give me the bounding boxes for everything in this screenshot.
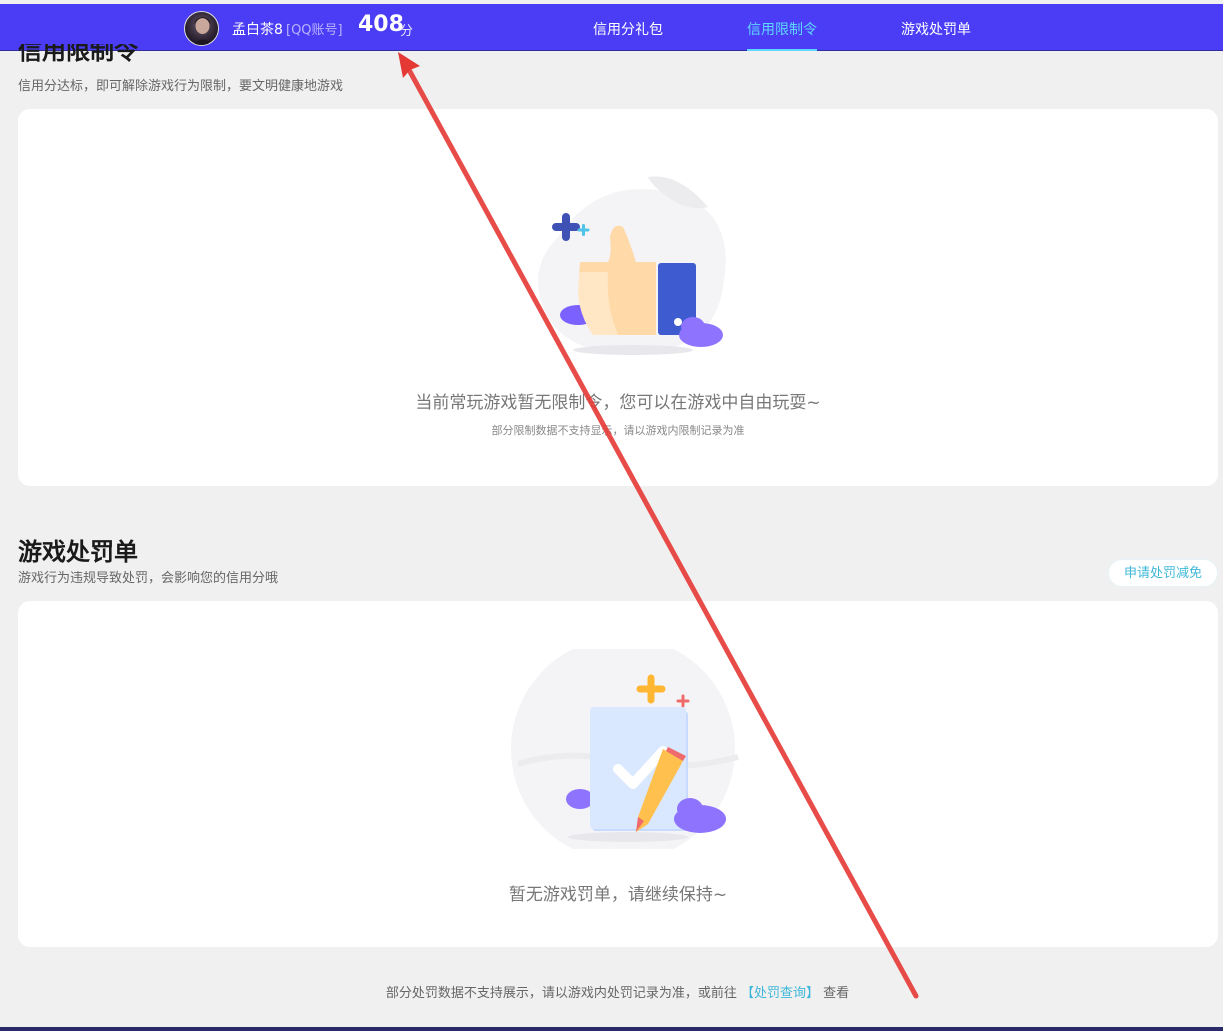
nav-credit-gift[interactable]: 信用分礼包 xyxy=(593,19,663,39)
active-tab-underline xyxy=(747,49,817,51)
thumbs-up-illustration xyxy=(538,176,726,355)
restriction-card: 当前常玩游戏暂无限制令，您可以在游戏中自由玩耍~ 部分限制数据不支持显示，请以游… xyxy=(18,109,1218,486)
penalty-card: 暂无游戏罚单，请继续保持~ xyxy=(18,601,1218,947)
footer-note-suffix: 查看 xyxy=(823,986,850,1001)
top-bar: 孟白茶8 [QQ账号] 408 分 信用分礼包 信用限制令 游戏处罚单 xyxy=(0,4,1223,51)
restriction-title: 信用限制令 xyxy=(18,44,138,64)
avatar[interactable] xyxy=(184,11,219,46)
credit-score: 408 xyxy=(358,12,404,37)
user-name: 孟白茶8 xyxy=(232,22,283,38)
account-type: [QQ账号] xyxy=(286,23,343,38)
annotation-arrow-head xyxy=(398,52,420,78)
restriction-empty-text: 当前常玩游戏暂无限制令，您可以在游戏中自由玩耍~ xyxy=(415,393,821,413)
nav-credit-restriction[interactable]: 信用限制令 xyxy=(747,19,817,39)
penalty-empty-text: 暂无游戏罚单，请继续保持~ xyxy=(508,885,728,905)
clipboard-check-illustration xyxy=(511,649,739,849)
credit-score-unit: 分 xyxy=(400,24,414,39)
bottom-border xyxy=(0,1027,1223,1031)
footer-note-prefix: 部分处罚数据不支持展示，请以游戏内处罚记录为准，或前往 xyxy=(385,986,737,1001)
restriction-note: 部分限制数据不支持显示，请以游戏内限制记录为准 xyxy=(491,424,745,437)
apply-penalty-relief-button[interactable]: 申请处罚减免 xyxy=(1108,559,1218,587)
penalty-title: 游戏处罚单 xyxy=(18,538,138,566)
penalty-query-link[interactable]: 【处罚查询】 xyxy=(741,986,819,1001)
nav-game-penalty[interactable]: 游戏处罚单 xyxy=(901,19,971,39)
penalty-subtitle: 游戏行为违规导致处罚，会影响您的信用分哦 xyxy=(18,571,279,586)
restriction-subtitle: 信用分达标，即可解除游戏行为限制，要文明健康地游戏 xyxy=(18,79,344,94)
footer-note: 部分处罚数据不支持展示，请以游戏内处罚记录为准，或前往 【处罚查询】 查看 xyxy=(0,982,1223,1001)
